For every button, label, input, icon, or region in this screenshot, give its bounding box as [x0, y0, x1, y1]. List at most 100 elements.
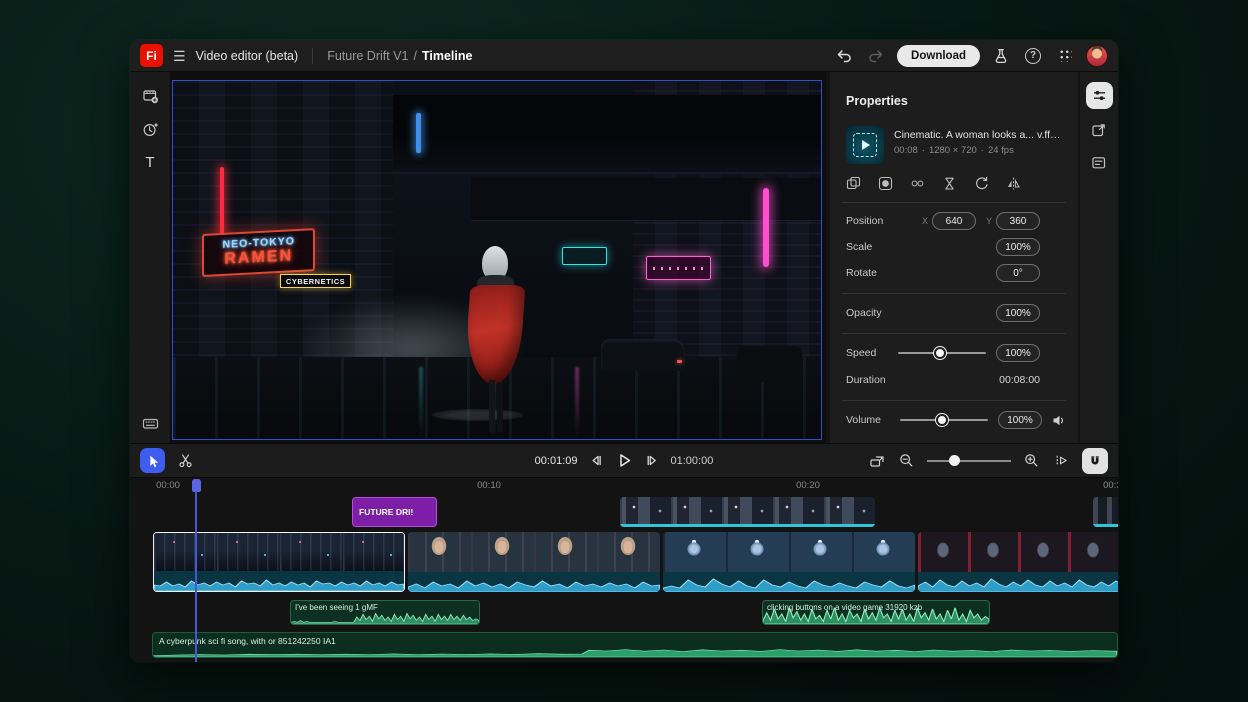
zoom-out-icon[interactable]	[897, 451, 916, 470]
meta-dot: ·	[922, 145, 925, 156]
speaker-icon[interactable]	[1050, 412, 1066, 428]
zoom-in-icon[interactable]	[1022, 451, 1041, 470]
music-clip[interactable]: A cyberpunk sci fi song, with or 8512422…	[152, 632, 1118, 658]
total-duration: 01:00:00	[671, 455, 714, 467]
timeline-zoom-slider[interactable]	[927, 455, 1011, 467]
help-icon[interactable]: ?	[1022, 45, 1044, 67]
select-tool-button[interactable]	[140, 448, 165, 473]
scale-label: Scale	[846, 241, 872, 253]
panel-divider	[842, 202, 1066, 203]
generate-clock-icon[interactable]	[140, 119, 160, 139]
title-clip[interactable]: FUTURE DRI!	[352, 497, 437, 527]
beaker-icon[interactable]	[990, 45, 1012, 67]
ruler-tick: 00:30	[1103, 480, 1118, 491]
preview-reflection	[419, 367, 423, 439]
video-clip-4[interactable]	[918, 532, 1118, 592]
avatar[interactable]	[1086, 45, 1108, 67]
position-x-input[interactable]: 640	[932, 212, 976, 230]
left-tool-rail: T	[130, 72, 170, 443]
right-panel-rail	[1080, 72, 1118, 443]
apps-grid-icon[interactable]	[1054, 45, 1076, 67]
audio-clip-1[interactable]: I've been seeing 1 gMF	[290, 600, 480, 625]
sign-ramen: RAMEN	[210, 247, 307, 270]
panel-divider	[842, 333, 1066, 334]
speed-row: Speed 100%	[846, 343, 1066, 363]
clip-resolution: 1280 × 720	[929, 145, 977, 156]
duration-label: Duration	[846, 374, 886, 386]
snap-playhead-icon[interactable]	[1052, 451, 1071, 470]
breadcrumb: Future Drift V1 / Timeline	[327, 49, 472, 63]
opacity-input[interactable]: 100%	[996, 304, 1040, 322]
video-clip-thumbnails	[408, 532, 660, 572]
transport-controls: 00:01:09 01:00:00	[535, 451, 714, 470]
redo-icon[interactable]	[865, 45, 887, 67]
clip-duration: 00:08	[894, 145, 918, 156]
video-clip-waveform	[154, 571, 404, 591]
meta-dot: ·	[981, 145, 984, 156]
fit-timeline-icon[interactable]	[867, 451, 886, 470]
play-button[interactable]	[615, 451, 634, 470]
timeline-ruler[interactable]: 00:00 00:10 00:20 00:30	[152, 478, 1118, 494]
video-preview-canvas[interactable]: NEO-TOKYO RAMEN CYBERNETICS	[172, 80, 822, 440]
scale-input[interactable]: 100%	[996, 238, 1040, 256]
speed-label: Speed	[846, 347, 876, 359]
video-clip-thumbnails	[918, 532, 1118, 572]
hourglass-icon[interactable]	[940, 174, 958, 192]
volume-input[interactable]: 100%	[998, 411, 1042, 429]
video-clip-1-selected[interactable]	[153, 532, 405, 592]
scale-row: Scale 100%	[846, 237, 1066, 257]
flip-horizontal-icon[interactable]	[1004, 174, 1022, 192]
overlay-frames-icon[interactable]	[844, 174, 862, 192]
logo-text: Fi	[146, 49, 157, 63]
overlay-video-clip-partial[interactable]	[1093, 497, 1118, 527]
next-frame-icon[interactable]	[643, 451, 662, 470]
clip-meta: 00:08 · 1280 × 720 · 24 fps	[894, 145, 1066, 156]
undo-icon[interactable]	[833, 45, 855, 67]
ruler-tick: 00:20	[796, 480, 820, 491]
preview-pink-sign	[646, 256, 711, 279]
rotate-icon[interactable]	[972, 174, 990, 192]
rotate-input[interactable]: 0°	[996, 264, 1040, 282]
opacity-label: Opacity	[846, 307, 882, 319]
previous-frame-icon[interactable]	[587, 451, 606, 470]
loop-icon[interactable]	[908, 174, 926, 192]
rotate-row: Rotate 0°	[846, 263, 1066, 283]
audio-clip-2[interactable]: clicking buttons on a video game 31920 k…	[762, 600, 990, 625]
text-tool-icon[interactable]: T	[140, 152, 160, 172]
audio-clip-label: I've been seeing 1 gMF	[295, 603, 475, 612]
add-media-icon[interactable]	[140, 86, 160, 106]
video-clip-waveform	[663, 572, 915, 592]
timeline-tracks: 00:00 00:10 00:20 00:30 FUTURE DRI!	[152, 478, 1118, 662]
video-clip-2[interactable]	[408, 532, 660, 592]
download-button[interactable]: Download	[897, 45, 980, 67]
properties-tab-icon[interactable]	[1086, 82, 1113, 109]
split-tool-button[interactable]	[173, 448, 198, 473]
duration-row: Duration 00:08:00	[846, 370, 1066, 390]
export-frame-icon[interactable]	[1087, 118, 1111, 142]
generated-video-icon	[853, 133, 877, 157]
clip-framerate: 24 fps	[988, 145, 1014, 156]
volume-label: Volume	[846, 414, 881, 426]
mask-icon[interactable]	[876, 174, 894, 192]
menu-icon[interactable]: ☰	[173, 49, 186, 63]
speed-slider[interactable]	[898, 347, 986, 359]
position-y-input[interactable]: 360	[996, 212, 1040, 230]
breadcrumb-project[interactable]: Future Drift V1	[327, 49, 408, 63]
captions-panel-icon[interactable]	[1087, 151, 1111, 175]
title-clip-label: FUTURE DRI!	[359, 507, 413, 517]
selected-clip-card[interactable]: Cinematic. A woman looks a... v.ffgenvid…	[846, 126, 1066, 168]
video-clip-3[interactable]	[663, 532, 915, 592]
overlay-video-clip[interactable]	[620, 497, 875, 527]
speed-input[interactable]: 100%	[996, 344, 1040, 362]
snapping-magnet-button[interactable]	[1082, 448, 1108, 474]
duration-value: 00:08:00	[999, 374, 1040, 386]
keyboard-shortcuts-icon[interactable]	[140, 413, 160, 433]
volume-slider[interactable]	[900, 414, 988, 426]
volume-row: Volume 100%	[846, 410, 1066, 430]
firefly-logo[interactable]: Fi	[140, 44, 163, 67]
clip-name: Cinematic. A woman looks a... v.ffgenvid	[894, 129, 1066, 141]
preview-ramen-sign: NEO-TOKYO RAMEN	[202, 228, 315, 277]
music-clip-label: A cyberpunk sci fi song, with or 8512422…	[159, 636, 336, 646]
text-tool-glyph: T	[145, 154, 154, 171]
top-bar: Fi ☰ Video editor (beta) Future Drift V1…	[130, 40, 1118, 72]
